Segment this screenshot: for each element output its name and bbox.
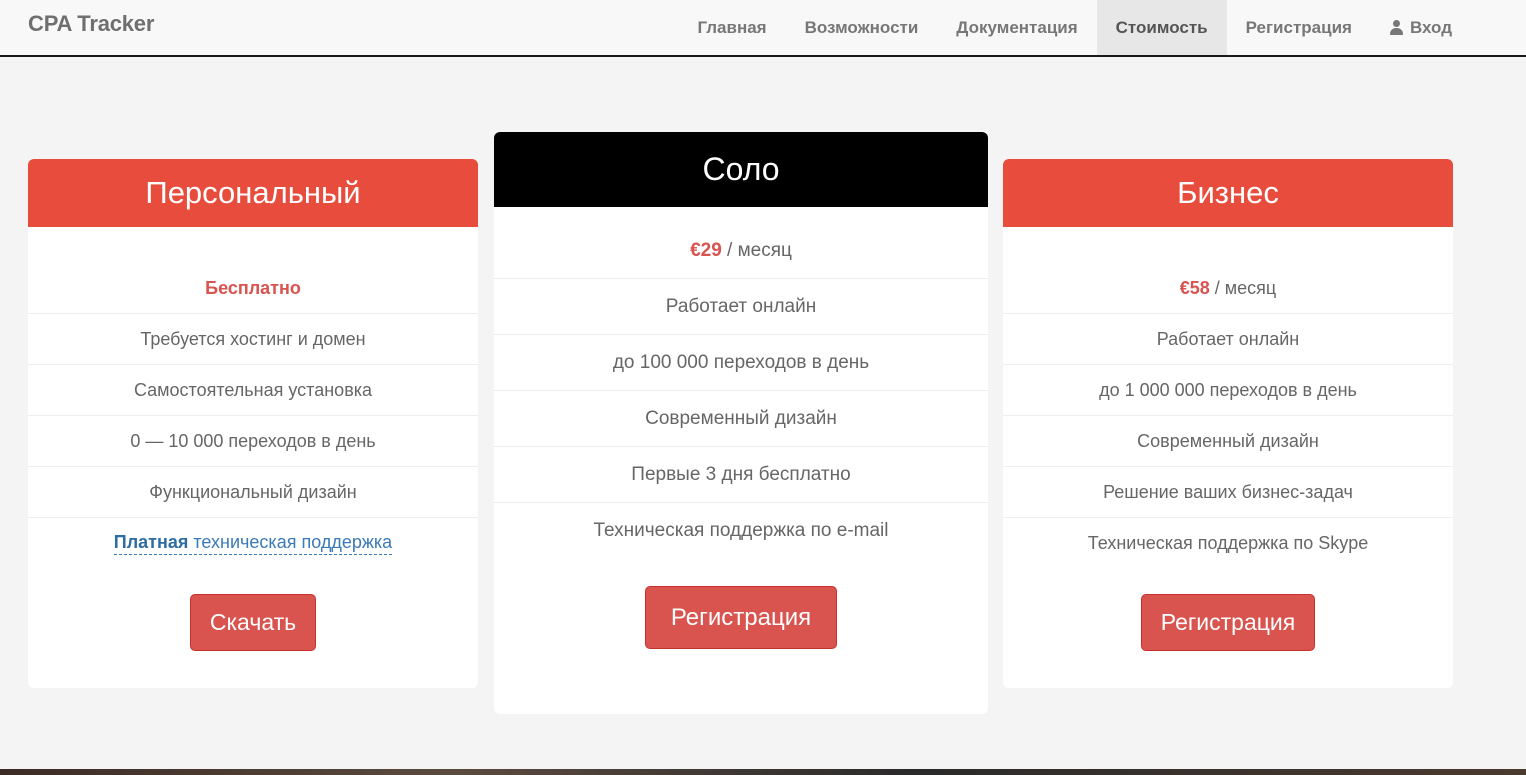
plan-title: Персональный <box>28 159 478 227</box>
plan-feature: Первые 3 дня бесплатно <box>494 447 988 503</box>
nav-login[interactable]: Вход <box>1371 0 1471 55</box>
plan-feature-support: Платная техническая поддержка <box>28 518 478 569</box>
plan-feature: Техническая поддержка по e-mail <box>593 520 889 541</box>
plan-feature: Современный дизайн <box>494 391 988 447</box>
plan-card-personal: Персональный Бесплатно Требуется хостинг… <box>28 159 478 688</box>
plan-features: €58 / месяц Работает онлайн до 1 000 000… <box>1003 227 1453 569</box>
plan-feature: Самостоятельная установка <box>28 365 478 416</box>
plan-feature: Работает онлайн <box>494 279 988 335</box>
plan-feature: Требуется хостинг и домен <box>28 314 478 365</box>
user-icon <box>1389 20 1403 35</box>
plan-features: €29 / месяц Работает онлайн до 100 000 п… <box>494 207 988 559</box>
paid-support-link[interactable]: Платная техническая поддержка <box>113 532 393 555</box>
download-button[interactable]: Скачать <box>190 594 316 651</box>
nav-features[interactable]: Возможности <box>786 0 938 55</box>
plan-feature: Функциональный дизайн <box>28 467 478 518</box>
plan-features: Бесплатно Требуется хостинг и домен Само… <box>28 227 478 569</box>
top-navbar: CPA Tracker Главная Возможности Документ… <box>0 0 1526 57</box>
plan-title: Соло <box>494 132 988 207</box>
plan-feature: до 1 000 000 переходов в день <box>1003 365 1453 416</box>
plan-card-business: Бизнес €58 / месяц Работает онлайн до 1 … <box>1003 159 1453 688</box>
plan-feature: 0 — 10 000 переходов в день <box>28 416 478 467</box>
plan-price: €58 / месяц <box>1003 263 1453 314</box>
nav-pricing[interactable]: Стоимость <box>1096 0 1227 55</box>
footer-image-strip <box>0 769 1526 775</box>
plan-price: Бесплатно <box>28 263 478 314</box>
plan-feature: Решение ваших бизнес-задач <box>1003 467 1453 518</box>
register-button-solo[interactable]: Регистрация <box>645 586 837 649</box>
brand-logo[interactable]: CPA Tracker <box>28 11 154 37</box>
plan-card-solo: Соло €29 / месяц Работает онлайн до 100 … <box>494 132 988 714</box>
nav-docs[interactable]: Документация <box>937 0 1096 55</box>
plan-feature: Техническая поддержка по Skype <box>1087 533 1369 553</box>
nav-login-label: Вход <box>1409 17 1452 37</box>
nav-home[interactable]: Главная <box>678 0 785 55</box>
nav-register[interactable]: Регистрация <box>1227 0 1371 55</box>
plan-feature: до 100 000 переходов в день <box>494 335 988 391</box>
main-nav: Главная Возможности Документация Стоимос… <box>678 0 1471 55</box>
register-button-business[interactable]: Регистрация <box>1141 594 1315 651</box>
plan-feature: Современный дизайн <box>1003 416 1453 467</box>
plan-feature: Работает онлайн <box>1003 314 1453 365</box>
plan-title: Бизнес <box>1003 159 1453 227</box>
plan-price: €29 / месяц <box>494 223 988 279</box>
